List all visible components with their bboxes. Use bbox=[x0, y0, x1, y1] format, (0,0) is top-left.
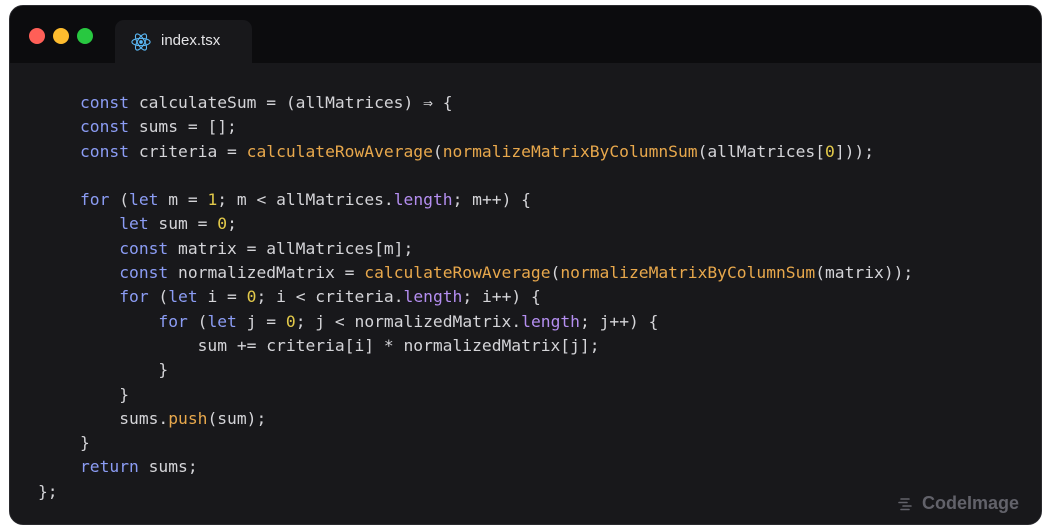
code-token: sums. bbox=[80, 408, 169, 428]
code-token: matrix = allMatrices[m]; bbox=[178, 238, 414, 258]
code-token: ; m++) { bbox=[452, 190, 531, 210]
code-line: const criteria = calculateRowAverage(nor… bbox=[80, 140, 913, 164]
code-token: sums; bbox=[148, 457, 198, 477]
code-token: for bbox=[80, 287, 159, 307]
code-line: for (let m = 1; m < allMatrices.length; … bbox=[80, 188, 913, 212]
code-token: ; j < normalizedMatrix. bbox=[295, 311, 522, 331]
code-token: const bbox=[80, 117, 139, 137]
code-line: } bbox=[80, 431, 913, 455]
code-token: length bbox=[403, 287, 463, 307]
code-token: (sum); bbox=[207, 408, 267, 428]
code-token: ( bbox=[119, 190, 130, 210]
code-token: (allMatrices[ bbox=[697, 141, 826, 161]
code-token: ( bbox=[197, 311, 208, 331]
code-token: ( bbox=[550, 263, 561, 283]
code-window: index.tsx const calculateSum = (allMatri… bbox=[9, 5, 1042, 525]
code-token: for bbox=[80, 190, 120, 210]
code-block: const calculateSum = (allMatrices) ⇒ {co… bbox=[38, 91, 913, 504]
code-token: const bbox=[80, 238, 179, 258]
code-token: 0 bbox=[246, 287, 257, 307]
code-token: calculateSum = (allMatrices) ⇒ { bbox=[138, 93, 453, 112]
code-token: length bbox=[393, 190, 453, 210]
code-token: ; i++) { bbox=[462, 287, 541, 307]
code-token: length bbox=[521, 311, 580, 331]
code-token: let bbox=[80, 214, 159, 234]
code-token: normalizeMatrixByColumnSum bbox=[560, 263, 816, 283]
react-icon bbox=[131, 33, 151, 51]
code-token: (matrix)); bbox=[815, 263, 914, 283]
code-line: return sums; bbox=[80, 455, 913, 479]
code-line: } bbox=[80, 358, 913, 382]
code-token: 0 bbox=[217, 214, 228, 234]
code-token: j = bbox=[246, 311, 286, 331]
code-token: return bbox=[80, 457, 149, 477]
code-token: sum = bbox=[158, 214, 218, 234]
code-line: } bbox=[80, 383, 913, 407]
code-token: sums = []; bbox=[138, 117, 237, 137]
code-line: }; bbox=[38, 480, 913, 504]
code-token: ( bbox=[432, 141, 443, 161]
code-token: let bbox=[129, 190, 169, 210]
code-token: calculateRowAverage bbox=[246, 141, 433, 161]
code-line: for (let j = 0; j < normalizedMatrix.len… bbox=[80, 310, 913, 334]
code-line: const calculateSum = (allMatrices) ⇒ { bbox=[80, 91, 913, 115]
code-token: push bbox=[168, 408, 208, 428]
tab-label: index.tsx bbox=[161, 32, 221, 49]
code-token: ; bbox=[227, 214, 237, 234]
code-token: for bbox=[80, 311, 198, 331]
code-token: normalizedMatrix = bbox=[178, 263, 365, 283]
code-token: 0 bbox=[825, 141, 835, 161]
code-token: } bbox=[80, 433, 90, 453]
code-token: const bbox=[80, 263, 179, 283]
code-line: const matrix = allMatrices[m]; bbox=[80, 237, 913, 261]
zoom-button[interactable] bbox=[77, 28, 93, 44]
code-line: const sums = []; bbox=[80, 115, 913, 139]
code-token: calculateRowAverage bbox=[364, 263, 551, 283]
code-token: ])); bbox=[834, 141, 875, 161]
codeimage-logo-icon bbox=[898, 497, 912, 510]
code-line: for (let i = 0; i < criteria.length; i++… bbox=[80, 285, 913, 309]
code-token: }; bbox=[38, 481, 58, 501]
close-button[interactable] bbox=[29, 28, 45, 44]
code-token: let bbox=[168, 287, 208, 307]
code-token: ; i < criteria. bbox=[256, 287, 404, 307]
code-token: sum += criteria[i] * normalizedMatrix[j]… bbox=[80, 335, 600, 355]
code-editor[interactable]: const calculateSum = (allMatrices) ⇒ {co… bbox=[10, 63, 1041, 524]
codeimage-watermark: CodeImage bbox=[897, 493, 1019, 514]
code-token: const bbox=[80, 141, 139, 161]
code-token: ; m < allMatrices. bbox=[217, 190, 394, 210]
code-token: } bbox=[80, 360, 169, 380]
code-line: const normalizedMatrix = calculateRowAve… bbox=[80, 261, 913, 285]
code-token: ; j++) { bbox=[579, 311, 659, 331]
title-bar: index.tsx bbox=[10, 6, 1041, 63]
code-token: m = bbox=[168, 190, 208, 210]
code-line: sums.push(sum); bbox=[80, 407, 913, 431]
code-token: criteria = bbox=[138, 141, 247, 161]
code-token: ( bbox=[158, 287, 169, 307]
code-token: const bbox=[80, 93, 139, 112]
code-token: i = bbox=[207, 287, 247, 307]
code-token: normalizeMatrixByColumnSum bbox=[442, 141, 698, 161]
code-token: let bbox=[207, 311, 247, 331]
code-line: let sum = 0; bbox=[80, 212, 913, 236]
tab-index-tsx[interactable]: index.tsx bbox=[115, 20, 252, 63]
minimize-button[interactable] bbox=[53, 28, 69, 44]
code-token: 0 bbox=[285, 311, 296, 331]
brand-label: CodeImage bbox=[921, 493, 1019, 513]
code-line: sum += criteria[i] * normalizedMatrix[j]… bbox=[80, 334, 913, 358]
code-token: 1 bbox=[207, 190, 218, 210]
code-token: } bbox=[80, 384, 130, 404]
